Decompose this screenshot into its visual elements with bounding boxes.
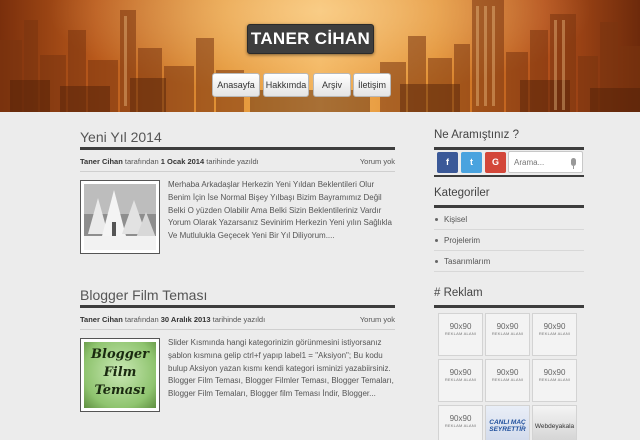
ad-size: 90x90 xyxy=(543,368,566,377)
thumb-line: Blogger xyxy=(91,347,149,362)
canli-mac-ad[interactable]: CANLI MAÇ SEYRETTİR xyxy=(485,405,530,440)
ad-text: SEYRETTİR xyxy=(489,426,526,433)
ad-slot[interactable]: 90x90 REKLAM ALANI xyxy=(438,359,483,402)
nav-iletisim[interactable]: İletişim xyxy=(353,73,391,97)
ad-text: Webdeyakala xyxy=(534,423,575,430)
thumb-line: Teması xyxy=(94,383,146,398)
post-comments[interactable]: Yorum yok xyxy=(330,157,395,166)
search-bottom-rule xyxy=(434,175,584,177)
thumb-line: Film xyxy=(103,365,137,380)
ad-slot[interactable]: 90x90 REKLAM ALANI xyxy=(438,313,483,356)
category-kisisel[interactable]: Kişisel xyxy=(435,215,467,224)
nav-arsiv[interactable]: Arşiv xyxy=(313,73,351,97)
site-header: TANER CİHAN Anasayfa Hakkımda Arşiv İlet… xyxy=(0,0,640,112)
bullet-icon xyxy=(435,218,438,222)
post-date[interactable]: 30 Aralık 2013 xyxy=(161,315,211,324)
category-tasarimlarim[interactable]: Tasarımlarım xyxy=(435,257,490,266)
post-title[interactable]: Blogger Film Teması xyxy=(80,287,207,303)
ad-slot[interactable]: 90x90 REKLAM ALANI xyxy=(532,359,577,402)
post-excerpt: Merhaba Arkadaşlar Herkezin Yeni Yıldan … xyxy=(168,180,392,241)
post-date[interactable]: 1 Ocak 2014 xyxy=(161,157,204,166)
post-title-rule xyxy=(80,147,395,150)
post-thumbnail[interactable]: Blogger Film Teması xyxy=(80,338,160,412)
post-by: tarafından xyxy=(124,315,159,324)
category-divider xyxy=(434,250,584,251)
ad-text: CANLI MAÇ xyxy=(489,419,526,426)
category-label: Kişisel xyxy=(444,215,468,224)
bullet-icon xyxy=(435,239,438,243)
ad-size: 90x90 xyxy=(449,368,472,377)
webdeyakala-ad[interactable]: Webdeyakala xyxy=(532,405,577,440)
post-title[interactable]: Yeni Yıl 2014 xyxy=(80,129,162,145)
ad-size: 90x90 xyxy=(543,322,566,331)
post-meta: Taner Cihan tarafından 1 Ocak 2014 tarih… xyxy=(80,157,259,166)
ad-size: 90x90 xyxy=(449,322,472,331)
twitter-icon[interactable]: t xyxy=(461,152,482,173)
category-divider xyxy=(434,271,584,272)
snowy-trees-image xyxy=(84,184,156,250)
ad-label: REKLAM ALANI xyxy=(538,331,571,336)
ad-slot[interactable]: 90x90 REKLAM ALANI xyxy=(485,313,530,356)
bullet-icon xyxy=(435,260,438,264)
meta-divider xyxy=(80,171,395,172)
nav-anasayfa[interactable]: Anasayfa xyxy=(212,73,260,97)
site-title[interactable]: TANER CİHAN xyxy=(247,24,374,54)
category-divider xyxy=(434,229,584,230)
ad-size: 90x90 xyxy=(449,414,472,423)
post-title-rule xyxy=(80,305,395,308)
post-by: tarafından xyxy=(124,157,159,166)
ad-slot[interactable]: 90x90 REKLAM ALANI xyxy=(532,313,577,356)
category-label: Tasarımlarım xyxy=(444,257,491,266)
category-projelerim[interactable]: Projelerim xyxy=(435,236,480,245)
category-label: Projelerim xyxy=(444,236,481,245)
post-meta: Taner Cihan tarafından 30 Aralık 2013 ta… xyxy=(80,315,265,324)
ad-size: 90x90 xyxy=(496,322,519,331)
post-comments[interactable]: Yorum yok xyxy=(330,315,395,324)
blogger-film-tema-image: Blogger Film Teması xyxy=(84,342,156,408)
post-date-suffix: tarihinde yazıldı xyxy=(212,315,266,324)
nav-hakkimda[interactable]: Hakkımda xyxy=(263,73,309,97)
search-heading: Ne Aramıştınız ? xyxy=(434,129,520,141)
ad-label: REKLAM ALANI xyxy=(444,377,477,382)
categories-heading-rule xyxy=(434,205,584,208)
post-author[interactable]: Taner Cihan xyxy=(80,315,123,324)
ad-label: REKLAM ALANI xyxy=(491,377,524,382)
ad-label: REKLAM ALANI xyxy=(491,331,524,336)
search-input[interactable] xyxy=(514,156,570,169)
post-author[interactable]: Taner Cihan xyxy=(80,157,123,166)
ad-size: 90x90 xyxy=(496,368,519,377)
ad-label: REKLAM ALANI xyxy=(538,377,571,382)
ads-heading: # Reklam xyxy=(434,287,483,299)
microphone-icon[interactable] xyxy=(571,158,576,169)
post-date-suffix: tarihinde yazıldı xyxy=(206,157,259,166)
post-thumbnail[interactable] xyxy=(80,180,160,254)
search-heading-rule xyxy=(434,147,584,150)
ad-slot[interactable]: 90x90 REKLAM ALANI xyxy=(438,405,483,440)
meta-divider xyxy=(80,329,395,330)
main-nav: Anasayfa Hakkımda Arşiv İletişim xyxy=(0,73,640,97)
post-excerpt: Slider Kısmında hangi kategorinizin görü… xyxy=(168,338,394,399)
ad-label: REKLAM ALANI xyxy=(444,331,477,336)
google-plus-icon[interactable]: G xyxy=(485,152,506,173)
ad-slot[interactable]: 90x90 REKLAM ALANI xyxy=(485,359,530,402)
ad-label: REKLAM ALANI xyxy=(444,423,477,428)
ads-heading-rule xyxy=(434,305,584,308)
categories-heading: Kategoriler xyxy=(434,187,490,199)
facebook-icon[interactable]: f xyxy=(437,152,458,173)
search-box xyxy=(508,151,583,173)
